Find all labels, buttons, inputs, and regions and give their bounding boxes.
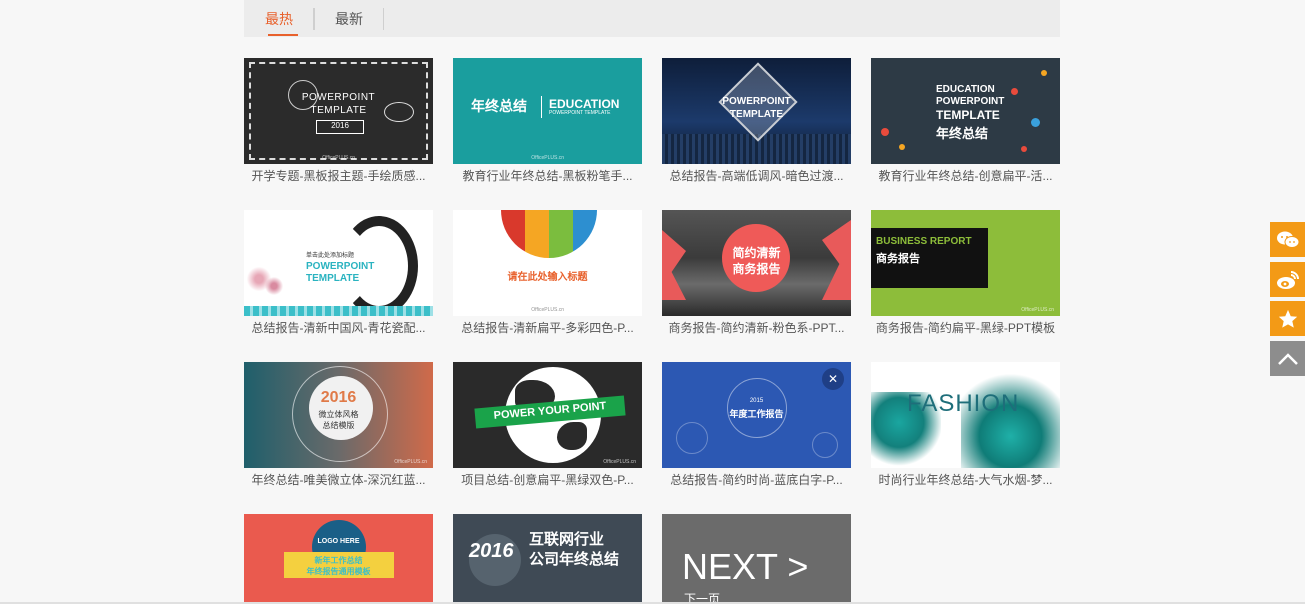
thumb-title: 2016 (469, 540, 514, 562)
template-thumbnail[interactable]: ✕ 2015 年度工作报告 (662, 362, 851, 468)
thumb-subtitle: POWERPOINT TEMPLATE (549, 110, 611, 116)
watermark: OfficePLUS.cn (603, 459, 636, 465)
template-caption[interactable]: 总结报告-清新扁平-多彩四色-P... (453, 320, 642, 336)
next-page-card[interactable]: NEXT > 下一页 (662, 514, 851, 602)
thumb-title: TEMPLATE (310, 105, 367, 116)
weibo-icon (1276, 270, 1299, 289)
thumb-title: POWERPOINT (722, 96, 791, 107)
thumb-title: 简约清新 (732, 246, 781, 260)
template-card[interactable]: POWERPOINT TEMPLATE 2016 OfficePLUS.cn 开… (244, 58, 433, 184)
template-caption[interactable]: 总结报告-高端低调风-暗色过渡... (662, 168, 851, 184)
thumb-title: EDUCATION (549, 97, 620, 111)
watermark: OfficePLUS.cn (394, 459, 427, 465)
template-thumbnail[interactable]: EDUCATION POWERPOINT TEMPLATE 年终总结 (871, 58, 1060, 164)
thumb-title: 公司年终总结 (529, 551, 620, 568)
template-thumbnail[interactable]: 请在此处输入标题 OfficePLUS.cn (453, 210, 642, 316)
thumb-title: 互联网行业 (529, 531, 605, 548)
thumb-title: TEMPLATE (306, 273, 360, 284)
template-caption[interactable]: 商务报告-简约扁平-黑绿-PPT模板 (871, 320, 1060, 336)
template-caption[interactable]: 总结报告-简约时尚-蓝底白字-P... (662, 472, 851, 488)
template-thumbnail[interactable]: BUSINESS REPORT 商务报告 OfficePLUS.cn (871, 210, 1060, 316)
thumb-subtitle: LOGO HERE (317, 538, 360, 545)
thumb-subtitle: 单击此处添加标题 (306, 253, 355, 259)
template-thumbnail[interactable]: POWER YOUR POINT OfficePLUS.cn (453, 362, 642, 468)
thumb-title: 商务报告 (876, 253, 920, 265)
thumb-subtitle: 2015 (749, 398, 764, 404)
thumb-subtitle: 微立体风格 (318, 410, 359, 419)
template-card[interactable]: LOGO HERE 新年工作总结 年终报告通用模板 (244, 514, 433, 602)
template-caption[interactable]: 年终总结-唯美微立体-深沉红蓝... (244, 472, 433, 488)
next-label: NEXT > (682, 546, 809, 587)
thumb-title: POWERPOINT (936, 96, 1005, 107)
star-icon (1278, 309, 1297, 328)
thumb-title: TEMPLATE (729, 109, 784, 120)
template-card[interactable]: 单击此处添加标题 POWERPOINT TEMPLATE 总结报告-清新中国风-… (244, 210, 433, 336)
template-card[interactable]: 2016 微立体风格 总结模版 OfficePLUS.cn 年终总结-唯美微立体… (244, 362, 433, 488)
template-card[interactable]: 年终总结 EDUCATION POWERPOINT TEMPLATE Offic… (453, 58, 642, 184)
next-page-button[interactable]: NEXT > 下一页 (662, 514, 851, 602)
template-thumbnail[interactable]: 2016 微立体风格 总结模版 OfficePLUS.cn (244, 362, 433, 468)
tab-hottest[interactable]: 最热 (244, 0, 314, 37)
thumb-title: 年终总结 (936, 126, 989, 141)
template-card[interactable]: 请在此处输入标题 OfficePLUS.cn 总结报告-清新扁平-多彩四色-P.… (453, 210, 642, 336)
template-thumbnail[interactable]: POWERPOINT TEMPLATE (662, 58, 851, 164)
thumb-title: FASHION (907, 390, 1020, 417)
thumb-title: 年度工作报告 (729, 409, 784, 419)
template-caption[interactable]: 教育行业年终总结-创意扁平-活... (871, 168, 1060, 184)
watermark: OfficePLUS.cn (1021, 307, 1054, 313)
template-caption[interactable]: 时尚行业年终总结-大气水烟-梦... (871, 472, 1060, 488)
thumb-title: BUSINESS REPORT (876, 236, 972, 247)
template-card[interactable]: 简约清新 商务报告 商务报告-简约清新-粉色系-PPT... (662, 210, 851, 336)
template-caption[interactable]: 教育行业年终总结-黑板粉笔手... (453, 168, 642, 184)
thumb-title: POWERPOINT (306, 261, 375, 272)
thumb-subtitle: 总结模版 (322, 421, 355, 430)
template-caption[interactable]: 商务报告-简约清新-粉色系-PPT... (662, 320, 851, 336)
template-card[interactable]: BUSINESS REPORT 商务报告 OfficePLUS.cn 商务报告-… (871, 210, 1060, 336)
template-thumbnail[interactable]: 年终总结 EDUCATION POWERPOINT TEMPLATE Offic… (453, 58, 642, 164)
back-to-top-button[interactable] (1270, 341, 1305, 376)
share-weibo-button[interactable] (1270, 262, 1305, 297)
template-thumbnail[interactable]: FASHION (871, 362, 1060, 468)
watermark: OfficePLUS.cn (531, 307, 564, 313)
tab-newest[interactable]: 最新 (314, 0, 384, 37)
template-card[interactable]: POWER YOUR POINT OfficePLUS.cn 项目总结-创意扁平… (453, 362, 642, 488)
template-thumbnail[interactable]: 简约清新 商务报告 (662, 210, 851, 316)
thumb-title: 年终总结 (471, 98, 527, 114)
tools-icon: ✕ (822, 368, 844, 390)
template-caption[interactable]: 总结报告-清新中国风-青花瓷配... (244, 320, 433, 336)
template-card[interactable]: 2016 互联网行业 公司年终总结 (453, 514, 642, 602)
active-tab-indicator (268, 34, 298, 36)
thumb-title: POWERPOINT (301, 92, 376, 103)
thumb-title: TEMPLATE (936, 108, 1000, 122)
thumb-title: 2016 (320, 389, 357, 406)
tab-label: 最热 (265, 10, 293, 27)
thumb-title: 商务报告 (732, 262, 781, 276)
template-caption[interactable]: 开学专题-黑板报主题-手绘质感... (244, 168, 433, 184)
chevron-up-icon (1277, 352, 1298, 365)
template-thumbnail[interactable]: POWERPOINT TEMPLATE 2016 OfficePLUS.cn (244, 58, 433, 164)
template-card[interactable]: ✕ 2015 年度工作报告 总结报告-简约时尚-蓝底白字-P... (662, 362, 851, 488)
thumb-title: 新年工作总结 (314, 556, 363, 565)
thumb-ribbon: 2016 (316, 120, 364, 134)
next-sub-label: 下一页 (684, 592, 721, 602)
thumb-title: EDUCATION (936, 84, 995, 95)
favorite-button[interactable] (1270, 301, 1305, 336)
category-tabs: 最热 最新 (244, 0, 1060, 37)
thumb-title: 请在此处输入标题 (507, 272, 588, 283)
template-card[interactable]: EDUCATION POWERPOINT TEMPLATE 年终总结 教育行业年… (871, 58, 1060, 184)
tab-label: 最新 (335, 10, 363, 27)
template-thumbnail[interactable]: LOGO HERE 新年工作总结 年终报告通用模板 (244, 514, 433, 602)
template-caption[interactable]: 项目总结-创意扁平-黑绿双色-P... (453, 472, 642, 488)
watermark: OfficePLUS.cn (322, 155, 355, 161)
template-card[interactable]: FASHION 时尚行业年终总结-大气水烟-梦... (871, 362, 1060, 488)
watermark: OfficePLUS.cn (531, 155, 564, 161)
thumb-title: 年终报告通用模板 (306, 567, 371, 576)
wechat-icon (1276, 231, 1299, 248)
template-thumbnail[interactable]: 2016 互联网行业 公司年终总结 (453, 514, 642, 602)
template-thumbnail[interactable]: 单击此处添加标题 POWERPOINT TEMPLATE (244, 210, 433, 316)
share-wechat-button[interactable] (1270, 222, 1305, 257)
template-card[interactable]: POWERPOINT TEMPLATE 总结报告-高端低调风-暗色过渡... (662, 58, 851, 184)
